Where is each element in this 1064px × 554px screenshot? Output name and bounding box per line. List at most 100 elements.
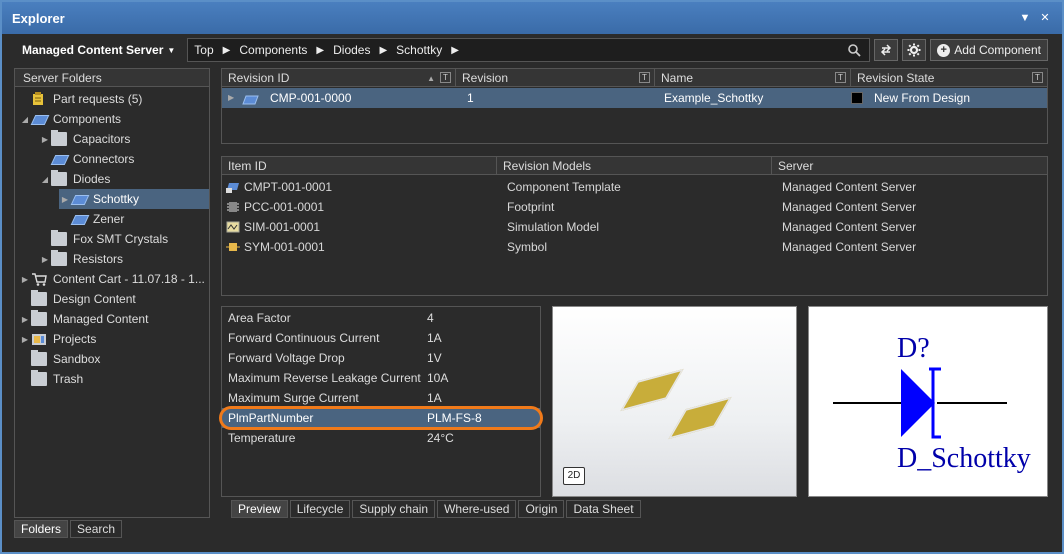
footprint-preview[interactable]: 2D	[552, 306, 797, 497]
breadcrumb-diodes[interactable]: Diodes	[333, 43, 370, 57]
window-title: Explorer	[12, 10, 65, 26]
gear-icon	[907, 43, 921, 57]
tab-data-sheet[interactable]: Data Sheet	[566, 500, 641, 518]
left-panel-tabs: Folders Search	[14, 520, 124, 538]
tree-item-label: Content Cart - 11.07.18 - 1...	[53, 272, 205, 286]
tree-item-components[interactable]: ◢ Components	[19, 109, 209, 129]
simulation-model-icon	[226, 221, 240, 233]
tab-preview[interactable]: Preview	[231, 500, 288, 518]
dropdown-arrow-icon[interactable]: ▼	[1018, 11, 1032, 25]
add-component-button[interactable]: + Add Component	[930, 39, 1048, 61]
collapsed-arrow-icon[interactable]: ▶	[19, 335, 31, 344]
table-row[interactable]: SIM-001-0001 Simulation Model Managed Co…	[222, 217, 1047, 237]
column-header-revision-id[interactable]: Revision ID ▲ T	[222, 69, 456, 86]
parameter-name: Forward Voltage Drop	[228, 351, 345, 365]
tree-item-resistors[interactable]: ▶ Resistors	[39, 249, 209, 269]
collapsed-arrow-icon[interactable]: ▶	[59, 195, 71, 204]
tab-lifecycle[interactable]: Lifecycle	[289, 500, 351, 518]
folder-icon	[51, 130, 67, 146]
tree-item-diodes[interactable]: ◢ Diodes	[39, 169, 209, 189]
tab-supply-chain[interactable]: Supply chain	[352, 500, 436, 518]
parameter-row[interactable]: Forward Continuous Current 1A	[222, 328, 540, 348]
tree-item-connectors[interactable]: Connectors	[39, 149, 209, 169]
symbol-preview[interactable]: D? D_Schottky	[808, 306, 1048, 497]
schottky-diode-symbol: D? D_Schottky	[833, 333, 1031, 474]
column-header-revision-state[interactable]: Revision State T	[851, 69, 1047, 86]
column-header-server[interactable]: Server	[772, 157, 1047, 174]
parameter-row[interactable]: Maximum Reverse Leakage Current 10A	[222, 368, 540, 388]
parameter-row[interactable]: Area Factor 4	[222, 308, 540, 328]
breadcrumb-components[interactable]: Components	[239, 43, 307, 57]
tree-item-schottky[interactable]: ▶ Schottky	[59, 189, 209, 209]
parameter-name: Maximum Surge Current	[228, 391, 359, 405]
footprint-pad	[668, 396, 732, 440]
symbol-icon	[226, 243, 240, 251]
server-dropdown[interactable]: Managed Content Server ▼	[14, 38, 183, 62]
tree-item-zener[interactable]: Zener	[59, 209, 209, 229]
tree-item-label: Fox SMT Crystals	[73, 232, 169, 246]
highlight-outline	[219, 406, 543, 430]
title-bar: Explorer ▼ ✕	[2, 2, 1062, 34]
column-header-revision-models[interactable]: Revision Models	[497, 157, 772, 174]
folder-icon	[31, 370, 47, 386]
parameter-row[interactable]: Temperature 24°C	[222, 428, 540, 448]
parameter-row[interactable]: Forward Voltage Drop 1V	[222, 348, 540, 368]
server-cell: Managed Content Server	[782, 220, 917, 234]
breadcrumb-top[interactable]: Top	[194, 43, 213, 57]
table-row[interactable]: SYM-001-0001 Symbol Managed Content Serv…	[222, 237, 1047, 257]
tree-item-content-cart[interactable]: ▶ Content Cart - 11.07.18 - 1...	[19, 269, 209, 289]
filter-icon[interactable]: T	[835, 72, 846, 83]
breadcrumb[interactable]: Top ▶ Components ▶ Diodes ▶ Schottky ▶	[187, 38, 871, 62]
parameter-value: 4	[427, 311, 434, 325]
table-row[interactable]: PCC-001-0001 Footprint Managed Content S…	[222, 197, 1047, 217]
filter-icon[interactable]: T	[639, 72, 650, 83]
server-folders-header: Server Folders	[15, 69, 209, 87]
expanded-arrow-icon[interactable]: ◢	[19, 115, 31, 124]
settings-button[interactable]	[902, 39, 927, 61]
table-row[interactable]: CMPT-001-0001 Component Template Managed…	[222, 177, 1047, 197]
footprint-pad	[620, 368, 684, 412]
filter-icon[interactable]: T	[1032, 72, 1043, 83]
revision-id-cell: CMP-001-0000	[270, 91, 352, 105]
refresh-button[interactable]	[874, 39, 899, 61]
tree-item-sandbox[interactable]: Sandbox	[19, 349, 209, 369]
column-header-name[interactable]: Name T	[655, 69, 851, 86]
tab-origin[interactable]: Origin	[518, 500, 565, 518]
search-icon[interactable]	[847, 43, 861, 57]
tab-folders[interactable]: Folders	[14, 520, 69, 538]
collapsed-arrow-icon[interactable]: ▶	[19, 275, 31, 284]
collapsed-arrow-icon[interactable]: ▶	[39, 255, 51, 264]
parameters-panel: Area Factor 4 Forward Continuous Current…	[219, 306, 543, 497]
state-color-swatch	[851, 92, 863, 104]
close-icon[interactable]: ✕	[1038, 11, 1052, 25]
chevron-right-icon: ▶	[379, 44, 388, 56]
tree-item-label: Design Content	[53, 292, 136, 306]
revision-cell: 1	[467, 91, 474, 105]
tree-item-part-requests[interactable]: Part requests (5)	[19, 89, 209, 109]
tree-item-label: Schottky	[93, 192, 140, 206]
column-label: Revision	[462, 71, 509, 85]
expanded-arrow-icon[interactable]: ◢	[39, 175, 51, 184]
tree-item-trash[interactable]: Trash	[19, 369, 209, 389]
tree-item-projects[interactable]: ▶ Projects	[19, 329, 209, 349]
collapsed-arrow-icon[interactable]: ▶	[39, 135, 51, 144]
collapsed-arrow-icon[interactable]: ▶	[228, 88, 234, 108]
column-header-item-id[interactable]: Item ID	[222, 157, 497, 174]
tree-item-managed-content[interactable]: ▶ Managed Content	[19, 309, 209, 329]
parameter-row-selected[interactable]: PlmPartNumber PLM-FS-8	[219, 406, 543, 430]
tree-item-capacitors[interactable]: ▶ Capacitors	[39, 129, 209, 149]
tree-item-label: Diodes	[73, 172, 111, 186]
tab-search[interactable]: Search	[70, 520, 123, 538]
chevron-right-icon: ▶	[451, 44, 459, 56]
filter-icon[interactable]: T	[440, 72, 451, 83]
tab-where-used[interactable]: Where-used	[437, 500, 517, 518]
parameter-row[interactable]: Maximum Surge Current 1A	[222, 388, 540, 408]
tree-item-fox-smt-crystals[interactable]: Fox SMT Crystals	[39, 229, 209, 249]
table-row[interactable]: ▶ CMP-001-0000 1 Example_Schottky New Fr…	[222, 88, 1047, 108]
breadcrumb-schottky[interactable]: Schottky	[396, 43, 442, 57]
component-icon	[31, 112, 47, 126]
column-header-revision[interactable]: Revision T	[456, 69, 655, 86]
tree-item-design-content[interactable]: Design Content	[19, 289, 209, 309]
view-2d-button[interactable]: 2D	[563, 467, 585, 485]
collapsed-arrow-icon[interactable]: ▶	[19, 315, 31, 324]
